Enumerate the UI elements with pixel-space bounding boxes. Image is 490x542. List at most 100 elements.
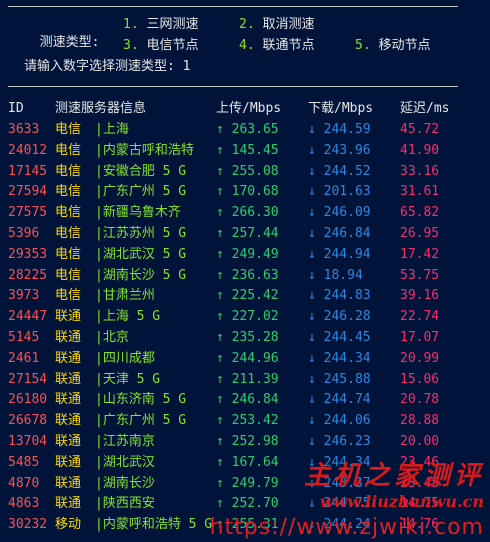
table-row: 4870 联通 |湖南长沙 ↑ 249.79 ↓ 243.37 23.45 <box>0 473 490 494</box>
table-row: 5396 电信 |江苏苏州 5 G ↑ 257.44 ↓ 246.84 26.95 <box>0 223 490 244</box>
row-latency: 23.45 <box>400 475 440 491</box>
row-location: |安徽合肥 5 G <box>95 163 187 179</box>
row-id: 4863 <box>8 496 40 512</box>
row-download: ↓ 243.96 <box>308 142 371 158</box>
row-isp: 联通 <box>55 434 82 449</box>
row-download: ↓ 244.83 <box>308 288 371 304</box>
row-latency: 39.16 <box>400 288 440 304</box>
row-id: 24447 <box>8 309 48 325</box>
row-download: ↓ 244.59 <box>308 122 371 137</box>
table-row: 29353 电信 |湖北武汉 5 G ↑ 249.49 ↓ 244.94 17.42 <box>0 244 490 265</box>
row-download: ↓ 246.28 <box>308 309 371 325</box>
row-latency: 20.78 <box>400 392 440 408</box>
table-row: 24447 联通 |上海 5 G ↑ 227.02 ↓ 246.28 22.74 <box>0 306 490 327</box>
table-row: 4863 联通 |陕西西安 ↑ 252.70 ↓ 244.75 14.75 <box>0 493 490 514</box>
row-location: |湖北武汉 <box>95 454 155 470</box>
row-location: |山东济南 5 G <box>95 392 187 408</box>
row-download: ↓ 244.45 <box>308 330 371 345</box>
row-isp: 电信 <box>55 163 82 179</box>
row-id: 28225 <box>8 267 48 283</box>
row-upload: ↑ 225.42 <box>216 288 279 304</box>
row-upload: ↑ 249.49 <box>216 246 279 262</box>
row-latency: 23.46 <box>400 454 440 470</box>
row-id: 26678 <box>8 413 48 429</box>
table-row: 27575 电信 |新疆乌鲁木齐 ↑ 266.30 ↓ 246.09 65.82 <box>0 202 490 223</box>
row-upload: ↑ 252.70 <box>216 496 279 512</box>
row-location: |天津 5 G <box>95 371 161 387</box>
row-id: 3973 <box>8 288 40 304</box>
row-upload: ↑ 167.64 <box>216 454 279 470</box>
table-header: ID 测速服务器信息 上传/Mbps 下载/Mbps 延迟/ms <box>0 98 490 119</box>
row-location: |北京 <box>95 330 129 345</box>
row-latency: 22.74 <box>400 309 440 325</box>
type-label: 测速类型: <box>39 35 100 50</box>
option-3: 3. 电信节点 <box>123 38 199 53</box>
row-location: |江苏苏州 5 G <box>95 226 187 241</box>
row-isp: 联通 <box>55 350 82 366</box>
row-location: |湖南长沙 5 G <box>95 267 187 283</box>
row-id: 13704 <box>8 434 48 449</box>
row-isp: 联通 <box>55 454 82 470</box>
row-id: 27575 <box>8 205 48 221</box>
row-latency: 15.06 <box>400 371 440 387</box>
option-2: 2. 取消测速 <box>239 17 315 32</box>
row-latency: 33.16 <box>400 163 440 179</box>
table-row: 13704 联通 |江苏南京 ↑ 252.98 ↓ 246.23 20.00 <box>0 431 490 452</box>
table-row: 3633 电信 |上海 ↑ 263.65 ↓ 244.59 45.72 <box>0 119 490 140</box>
row-upload: ↑ 257.44 <box>216 226 279 241</box>
row-latency: 20.99 <box>400 350 440 366</box>
row-latency: 20.00 <box>400 434 440 449</box>
table-row: 26180 联通 |山东济南 5 G ↑ 246.84 ↓ 244.74 20.78 <box>0 389 490 410</box>
row-isp: 电信 <box>55 184 82 200</box>
row-isp: 移动 <box>55 517 82 533</box>
row-id: 17145 <box>8 163 48 179</box>
row-download: ↓ 244.34 <box>308 454 371 470</box>
row-id: 26180 <box>8 392 48 408</box>
row-location: |广东广州 5 G <box>95 413 187 429</box>
row-id: 27594 <box>8 184 48 200</box>
row-isp: 电信 <box>55 122 82 137</box>
table-row: 3973 电信 |甘肃兰州 ↑ 225.42 ↓ 244.83 39.16 <box>0 285 490 306</box>
row-download: ↓ 244.52 <box>308 163 371 179</box>
row-id: 30232 <box>8 517 48 533</box>
row-location: |内蒙古呼和浩特 <box>95 142 194 158</box>
middle-divider <box>8 86 458 87</box>
row-latency: 26.95 <box>400 226 440 241</box>
row-id: 5485 <box>8 454 40 470</box>
menu-line-1: 测速类型: <box>24 16 100 52</box>
table-row: 30232 移动 |内蒙呼和浩特 5 G ↑ 255.31 ↓ 244.24 14.76 <box>0 514 490 535</box>
row-id: 2461 <box>8 350 40 366</box>
header-upload: 上传/Mbps <box>216 101 282 116</box>
row-download: ↓ 244.74 <box>308 392 371 408</box>
table-row: 24012 电信 |内蒙古呼和浩特 ↑ 145.45 ↓ 243.96 41.90 <box>0 140 490 161</box>
row-latency: 17.42 <box>400 246 440 262</box>
row-download: ↓ 244.75 <box>308 496 371 512</box>
row-location: |新疆乌鲁木齐 <box>95 205 181 221</box>
row-isp: 联通 <box>55 330 82 345</box>
row-download: ↓ 243.37 <box>308 475 371 491</box>
row-latency: 53.75 <box>400 267 440 283</box>
row-id: 3633 <box>8 122 40 137</box>
row-id: 29353 <box>8 246 48 262</box>
row-isp: 联通 <box>55 371 82 387</box>
row-upload: ↑ 235.28 <box>216 330 279 345</box>
table-row: 2461 联通 |四川成都 ↑ 244.96 ↓ 244.34 20.99 <box>0 348 490 369</box>
table-row: 28225 电信 |湖南长沙 5 G ↑ 236.63 ↓ 18.94 53.75 <box>0 265 490 286</box>
row-isp: 联通 <box>55 475 82 491</box>
row-location: |四川成都 <box>95 350 155 366</box>
option-4: 4. 联通节点 <box>239 38 315 53</box>
header-id: ID <box>8 101 24 116</box>
top-divider <box>8 6 458 7</box>
header-server: 测速服务器信息 <box>55 101 147 116</box>
row-upload: ↑ 244.96 <box>216 350 279 366</box>
row-isp: 联通 <box>55 413 82 429</box>
row-isp: 联通 <box>55 392 82 408</box>
row-location: |陕西西安 <box>95 496 155 512</box>
option-5: 5. 移动节点 <box>355 38 431 53</box>
row-isp: 电信 <box>55 246 82 262</box>
row-download: ↓ 246.84 <box>308 226 371 241</box>
row-upload: ↑ 170.68 <box>216 184 279 200</box>
row-latency: 45.72 <box>400 122 440 137</box>
row-latency: 41.90 <box>400 142 440 158</box>
table-row: 5485 联通 |湖北武汉 ↑ 167.64 ↓ 244.34 23.46 <box>0 452 490 473</box>
